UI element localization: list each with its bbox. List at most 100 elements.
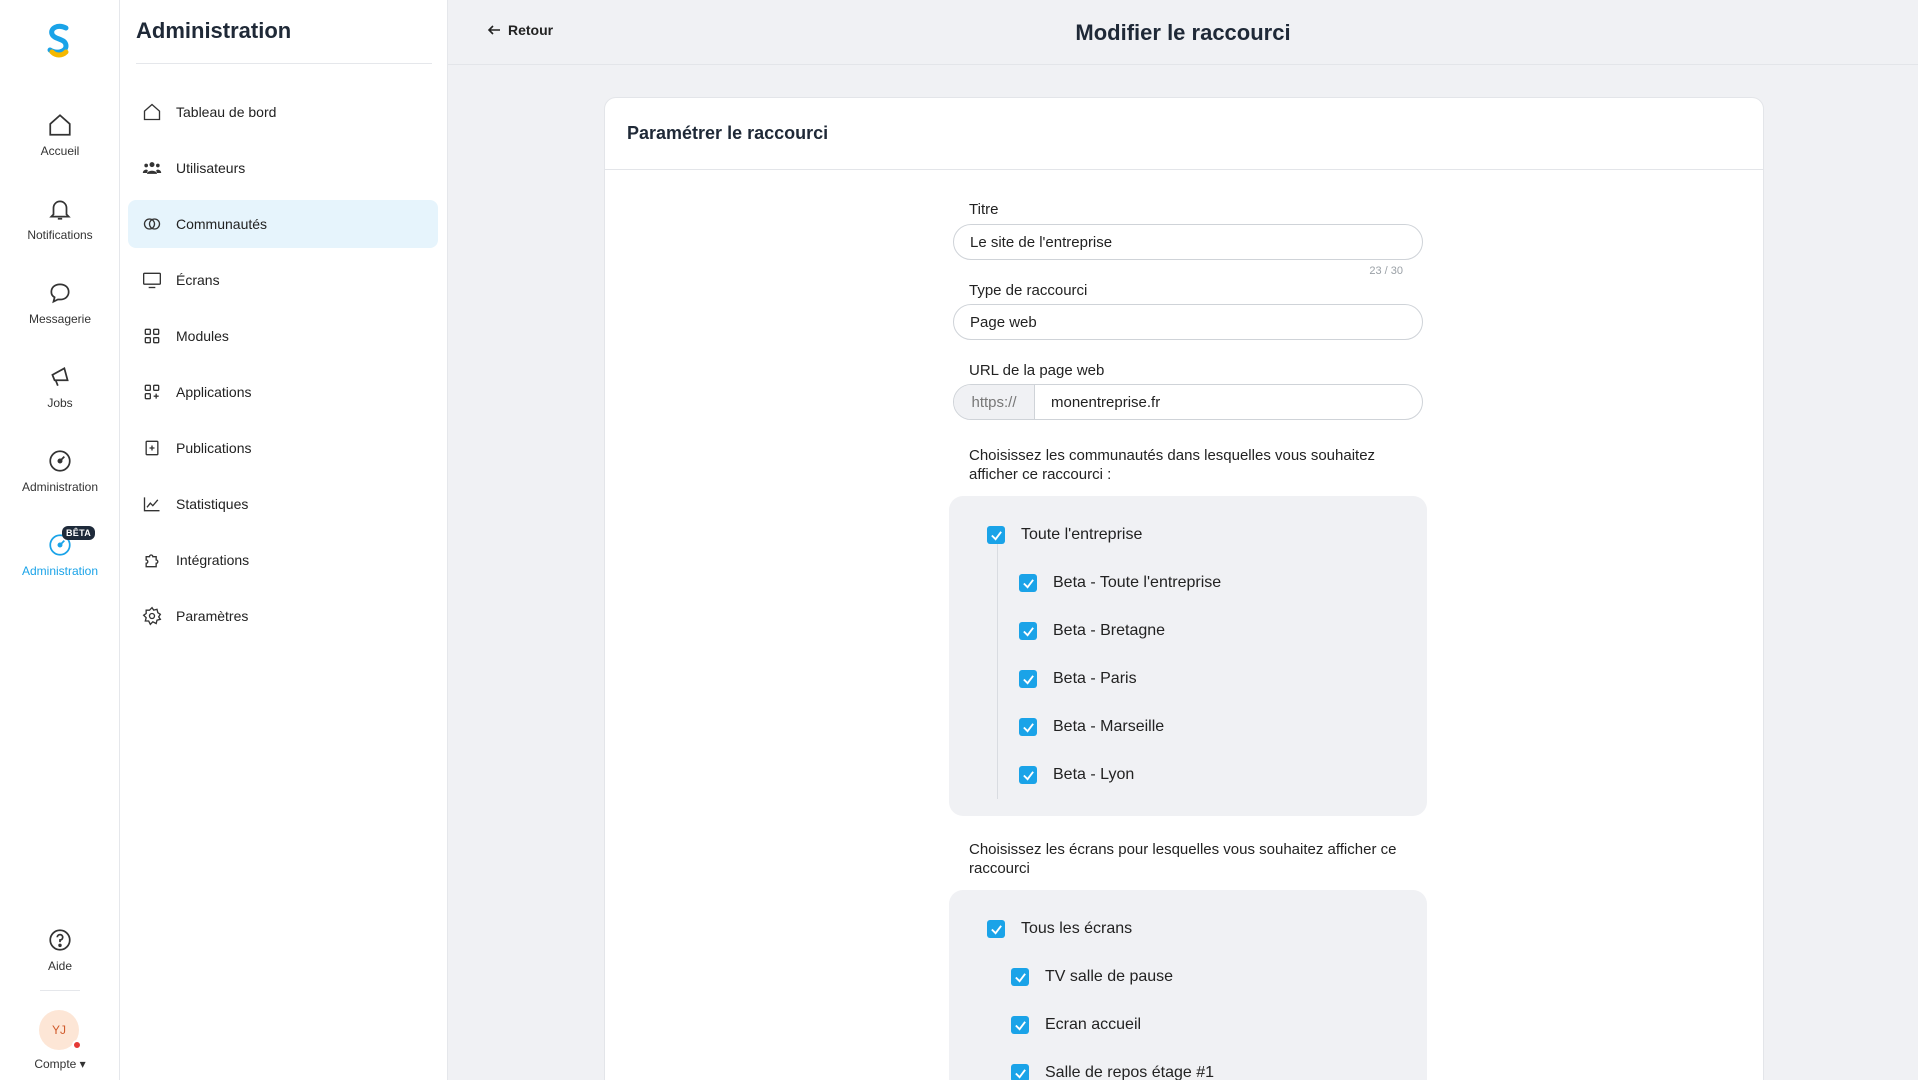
rail-item-help[interactable]: Aide: [0, 927, 120, 973]
modules-icon: [144, 328, 160, 344]
title-char-counter: 23 / 30: [1369, 265, 1403, 277]
rail-item-jobs[interactable]: Jobs: [0, 364, 120, 410]
url-input[interactable]: monentreprise.fr: [1035, 385, 1422, 419]
communities-question: Choisissez les communautés dans lesquell…: [969, 447, 1376, 483]
megaphone-icon: [51, 367, 69, 386]
checkbox-checked-icon: [1011, 1016, 1029, 1034]
checkbox-checked-icon: [1011, 1064, 1029, 1080]
page-title: Modifier le raccourci: [1075, 20, 1291, 45]
sidebar-item-label: Applications: [176, 384, 252, 400]
rail-item-label: Administration: [21, 480, 99, 494]
rail-item-label: Messagerie: [28, 312, 92, 326]
home-icon: [49, 114, 71, 136]
community-checkbox[interactable]: Beta - Marseille: [1019, 718, 1164, 736]
sidebar-item-integrations[interactable]: Intégrations: [128, 536, 438, 584]
sidebar-item-label: Statistiques: [176, 496, 249, 512]
checkbox-label: Beta - Toute l'entreprise: [1053, 574, 1222, 591]
communities-icon: [143, 218, 161, 230]
checkbox-checked-icon: [1019, 622, 1037, 640]
screen-checkbox-all[interactable]: Tous les écrans: [987, 920, 1132, 938]
sidebar-item-label: Modules: [176, 328, 229, 344]
screens-group: Tous les écrans TV salle de pause Ecran …: [949, 890, 1427, 1080]
sidebar-item-statistics[interactable]: Statistiques: [128, 480, 438, 528]
status-dot: [72, 1040, 82, 1050]
screen-icon: [143, 272, 161, 289]
rail-item-label: Administration: [21, 564, 99, 578]
checkbox-label: Beta - Bretagne: [1053, 622, 1166, 639]
publications-icon: [145, 440, 159, 456]
checkbox-label: Salle de repos étage #1: [1045, 1064, 1215, 1080]
card-title: Paramétrer le raccourci: [605, 98, 1763, 170]
sidebar-item-label: Publications: [176, 440, 252, 456]
sidebar-divider: [136, 63, 432, 64]
checkbox-label: Toute l'entreprise: [1021, 526, 1143, 543]
users-icon: [142, 162, 162, 174]
screen-checkbox[interactable]: Ecran accueil: [1011, 1016, 1141, 1034]
puzzle-icon: [145, 554, 159, 568]
page-header: Retour Modifier le raccourci: [448, 0, 1918, 65]
sidebar-item-publications[interactable]: Publications: [128, 424, 438, 472]
app-logo[interactable]: [44, 22, 74, 58]
bell-icon: [49, 200, 71, 220]
sidebar-item-screens[interactable]: Écrans: [128, 256, 438, 304]
checkbox-label: Beta - Paris: [1053, 670, 1137, 687]
rail-divider: [40, 990, 80, 991]
checkbox-checked-icon: [1019, 718, 1037, 736]
sidebar-item-dashboard[interactable]: Tableau de bord: [128, 88, 438, 136]
title-label: Titre: [969, 201, 999, 218]
sidebar-item-settings[interactable]: Paramètres: [128, 592, 438, 640]
shortcut-type-label: Type de raccourci: [969, 282, 1088, 299]
rail-item-home[interactable]: Accueil: [0, 112, 120, 158]
community-checkbox[interactable]: Beta - Bretagne: [1019, 622, 1165, 640]
sidebar-item-label: Paramètres: [176, 608, 249, 624]
gear-icon: [142, 606, 162, 626]
sidebar-item-modules[interactable]: Modules: [128, 312, 438, 360]
checkbox-label: Tous les écrans: [1021, 920, 1133, 937]
sidebar-item-label: Intégrations: [176, 552, 250, 568]
sidebar-item-users[interactable]: Utilisateurs: [128, 144, 438, 192]
checkbox-checked-icon: [987, 526, 1005, 544]
checkbox-label: TV salle de pause: [1045, 968, 1174, 985]
rail-item-label: Accueil: [40, 144, 80, 158]
rail-item-label: Notifications: [27, 228, 93, 242]
account-menu[interactable]: Compte ▾: [0, 1057, 120, 1071]
admin-sidebar: Administration Tableau de bord Utilisate…: [120, 0, 448, 1080]
screens-question: Choisissez les écrans pour lesquelles vo…: [969, 841, 1397, 877]
statistics-icon: [143, 497, 160, 512]
sidebar-title: Administration: [136, 18, 292, 43]
shortcut-type-select[interactable]: Page web: [953, 304, 1423, 340]
screen-checkbox[interactable]: Salle de repos étage #1: [1011, 1064, 1214, 1080]
gauge-icon: [49, 450, 71, 472]
sidebar-item-applications[interactable]: Applications: [128, 368, 438, 416]
sidebar-item-label: Écrans: [176, 272, 220, 288]
tree-line: [997, 544, 998, 799]
applications-icon: [144, 384, 160, 400]
checkbox-checked-icon: [1011, 968, 1029, 986]
rail-item-notifications[interactable]: Notifications: [0, 196, 120, 242]
shortcut-settings-card: Paramétrer le raccourci Titre Le site de…: [604, 97, 1764, 1080]
checkbox-checked-icon: [1019, 766, 1037, 784]
rail-item-administration-beta[interactable]: BÊTA Administration: [0, 526, 120, 578]
rail-item-label: Jobs: [47, 396, 73, 410]
checkbox-checked-icon: [987, 920, 1005, 938]
rail-item-messaging[interactable]: Messagerie: [0, 280, 120, 326]
home-icon: [143, 103, 161, 121]
sidebar-item-label: Tableau de bord: [176, 104, 277, 120]
url-field[interactable]: https:// monentreprise.fr: [953, 384, 1423, 420]
main-rail: Accueil Notifications Messagerie Jobs Ad…: [0, 0, 120, 1080]
sidebar-item-label: Utilisateurs: [176, 160, 246, 176]
community-checkbox-all[interactable]: Toute l'entreprise: [987, 526, 1142, 544]
title-input[interactable]: Le site de l'entreprise: [953, 224, 1423, 260]
checkbox-label: Beta - Lyon: [1053, 766, 1135, 783]
checkbox-checked-icon: [1019, 574, 1037, 592]
checkbox-label: Beta - Marseille: [1053, 718, 1165, 735]
community-checkbox[interactable]: Beta - Toute l'entreprise: [1019, 574, 1221, 592]
community-checkbox[interactable]: Beta - Paris: [1019, 670, 1137, 688]
screen-checkbox[interactable]: TV salle de pause: [1011, 968, 1173, 986]
sidebar-item-label: Communautés: [176, 216, 268, 232]
rail-item-administration[interactable]: Administration: [0, 448, 120, 494]
checkbox-label: Ecran accueil: [1045, 1016, 1142, 1033]
checkbox-checked-icon: [1019, 670, 1037, 688]
sidebar-item-communities[interactable]: Communautés: [128, 200, 438, 248]
community-checkbox[interactable]: Beta - Lyon: [1019, 766, 1134, 784]
